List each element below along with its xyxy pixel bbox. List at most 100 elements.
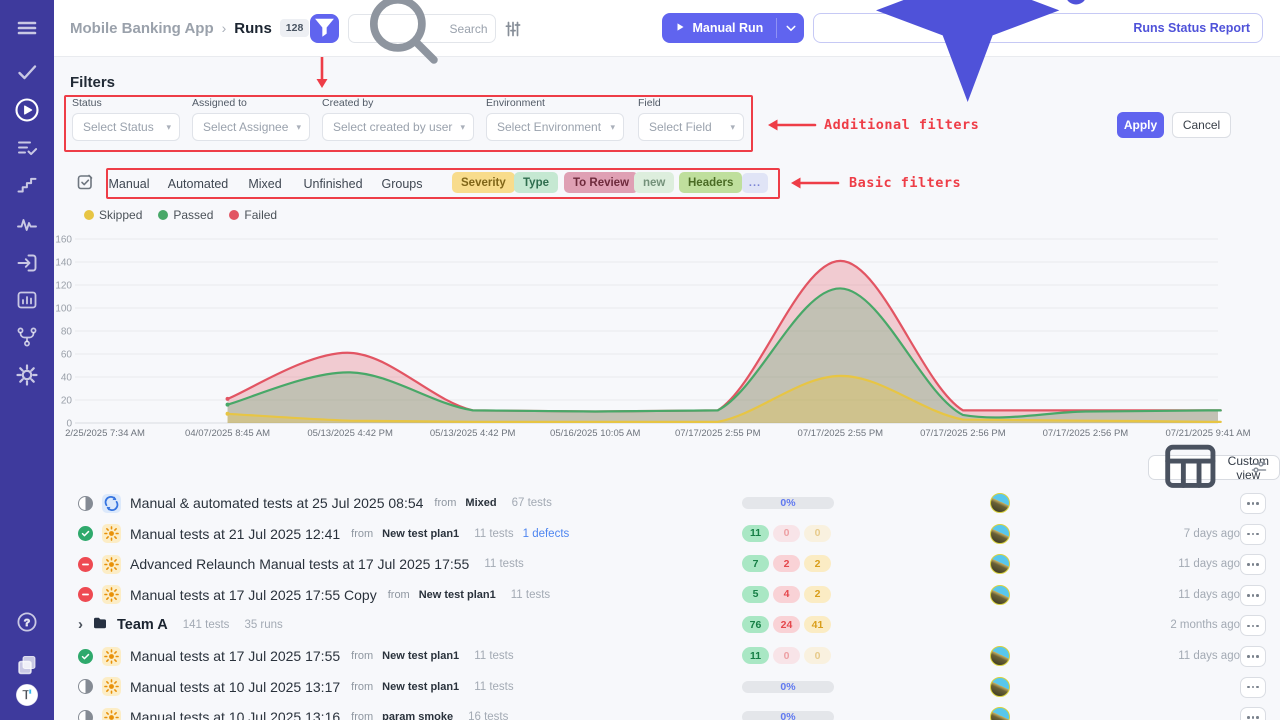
svg-text:07/17/2025 2:55 PM: 07/17/2025 2:55 PM — [675, 428, 761, 439]
run-title: Manual & automated tests at 25 Jul 2025 … — [130, 495, 423, 511]
search-settings-icon[interactable] — [503, 19, 523, 39]
row-menu-button[interactable] — [1240, 585, 1266, 606]
more-tags-button[interactable]: ... — [742, 173, 768, 193]
basic-filter-tab-manual[interactable]: Manual — [109, 177, 150, 191]
row-menu-button[interactable] — [1240, 524, 1266, 545]
from-label: from — [351, 711, 373, 720]
legend-label: Passed — [173, 208, 213, 222]
run-row[interactable]: Manual tests at 10 Jul 2025 13:16frompar… — [54, 702, 1280, 720]
steps-icon[interactable] — [15, 173, 39, 197]
breadcrumb-project[interactable]: Mobile Banking App — [70, 20, 214, 37]
legend-item-passed[interactable]: Passed — [158, 208, 213, 222]
filter-tag-new[interactable]: new — [634, 172, 674, 193]
avatar — [990, 677, 1010, 697]
defects-link[interactable]: 1 defects — [523, 528, 570, 540]
passed-count-badge: 11 — [742, 525, 769, 542]
tests-count: 11 tests — [511, 589, 550, 601]
runs-trend-chart: 1601401201008060402002/25/2025 7:34 AM04… — [54, 228, 1280, 450]
import-icon[interactable] — [15, 251, 39, 275]
row-menu-button[interactable] — [1240, 707, 1266, 720]
pulse-icon[interactable] — [15, 213, 39, 237]
filter-select-field[interactable]: Select Field▾ — [638, 113, 744, 141]
basic-filter-tab-groups[interactable]: Groups — [382, 177, 423, 191]
filter-select-created-by[interactable]: Select created by user▾ — [322, 113, 474, 141]
runs-status-report-button[interactable]: Runs Status Report — [813, 13, 1263, 43]
run-row[interactable]: Manual tests at 17 Jul 2025 17:55 Copyfr… — [54, 580, 1280, 610]
row-menu-button[interactable] — [1240, 646, 1266, 667]
from-label: from — [434, 497, 456, 509]
run-row[interactable]: Advanced Relaunch Manual tests at 17 Jul… — [54, 549, 1280, 579]
basic-filter-tab-mixed[interactable]: Mixed — [248, 177, 281, 191]
svg-text:2/25/2025 7:34 AM: 2/25/2025 7:34 AM — [65, 428, 145, 439]
bulk-select-icon[interactable] — [76, 173, 94, 191]
svg-text:07/17/2025 2:56 PM: 07/17/2025 2:56 PM — [1043, 428, 1129, 439]
avatar — [990, 646, 1010, 666]
tests-count: 11 tests — [474, 528, 513, 540]
legend-item-skipped[interactable]: Skipped — [84, 208, 142, 222]
tasks-icon[interactable] — [15, 60, 39, 84]
group-tests-count: 141 tests — [183, 619, 230, 631]
status-failed-icon — [78, 587, 93, 602]
progress-value: 0% — [780, 711, 795, 720]
svg-text:120: 120 — [55, 281, 72, 292]
manual-run-label: Manual Run — [692, 21, 763, 35]
filter-group-status: Status Select Status▾ — [72, 97, 180, 141]
row-main: Manual & automated tests at 25 Jul 2025 … — [78, 488, 552, 518]
row-menu-button[interactable] — [1240, 615, 1266, 636]
row-menu-button[interactable] — [1240, 677, 1266, 698]
passed-count-badge: 7 — [742, 555, 769, 572]
menu-icon[interactable] — [15, 16, 39, 40]
filter-select-assigned-to[interactable]: Select Assignee▾ — [192, 113, 310, 141]
filter-tag-headers[interactable]: Headers — [679, 172, 742, 193]
row-main: Manual tests at 10 Jul 2025 13:17fromNew… — [78, 672, 514, 702]
test-cases-icon[interactable] — [15, 136, 39, 160]
chart-legend: Skipped Passed Failed — [84, 208, 277, 222]
filter-tag-severity[interactable]: Severity — [452, 172, 515, 193]
filter-select-environment[interactable]: Select Environment▾ — [486, 113, 624, 141]
row-menu-button[interactable] — [1240, 493, 1266, 514]
expand-chevron-icon[interactable]: › — [78, 617, 83, 632]
runs-icon[interactable] — [13, 96, 41, 124]
passed-count-badge: 11 — [742, 647, 769, 664]
group-row[interactable]: ›Team A141 tests35 runs7624412 months ag… — [54, 610, 1280, 640]
from-plan-name: New test plan1 — [419, 589, 496, 601]
from-plan-name: New test plan1 — [382, 650, 459, 662]
group-title: Team A — [117, 617, 168, 633]
svg-text:07/17/2025 2:55 PM: 07/17/2025 2:55 PM — [798, 428, 884, 439]
filter-toggle-button[interactable] — [310, 14, 339, 43]
legend-item-failed[interactable]: Failed — [229, 208, 277, 222]
help-icon[interactable]: ? — [15, 610, 39, 634]
filter-placeholder: Select Status — [83, 120, 154, 134]
run-row[interactable]: Manual tests at 10 Jul 2025 13:17fromNew… — [54, 672, 1280, 702]
filter-tag-type[interactable]: Type — [514, 172, 558, 193]
run-row[interactable]: Manual tests at 17 Jul 2025 17:55fromNew… — [54, 641, 1280, 671]
search-input[interactable] — [450, 22, 487, 36]
run-title: Manual tests at 17 Jul 2025 17:55 — [130, 648, 340, 664]
group-runs-count: 35 runs — [244, 619, 282, 631]
svg-text:100: 100 — [55, 304, 72, 315]
filter-select-status[interactable]: Select Status▾ — [72, 113, 180, 141]
run-row[interactable]: Manual tests at 21 Jul 2025 12:41fromNew… — [54, 519, 1280, 549]
svg-text:07/17/2025 2:56 PM: 07/17/2025 2:56 PM — [920, 428, 1006, 439]
search-box[interactable] — [348, 14, 496, 43]
basic-filter-tab-automated[interactable]: Automated — [168, 177, 228, 191]
avatar — [990, 524, 1010, 544]
projects-icon[interactable] — [15, 653, 39, 677]
settings-icon[interactable] — [15, 363, 39, 387]
runs-status-report-label: Runs Status Report — [1133, 21, 1250, 35]
run-row[interactable]: Manual & automated tests at 25 Jul 2025 … — [54, 488, 1280, 518]
svg-text:?: ? — [24, 617, 30, 629]
filter-tag-to-review[interactable]: To Review — [564, 172, 638, 193]
branches-icon[interactable] — [15, 325, 39, 349]
topbar: Mobile Banking App › Runs 128 Manual Run… — [54, 0, 1280, 57]
avatar — [990, 493, 1010, 513]
reports-icon[interactable] — [15, 288, 39, 312]
basic-filter-tab-unfinished[interactable]: Unfinished — [303, 177, 362, 191]
cancel-button[interactable]: Cancel — [1172, 112, 1231, 138]
manual-run-button[interactable]: Manual Run — [662, 13, 804, 43]
logo-icon[interactable]: T — [15, 683, 39, 707]
filter-label: Status — [72, 97, 180, 109]
manual-run-dropdown[interactable] — [777, 13, 804, 43]
row-menu-button[interactable] — [1240, 554, 1266, 575]
view-settings-icon[interactable] — [1250, 458, 1268, 476]
